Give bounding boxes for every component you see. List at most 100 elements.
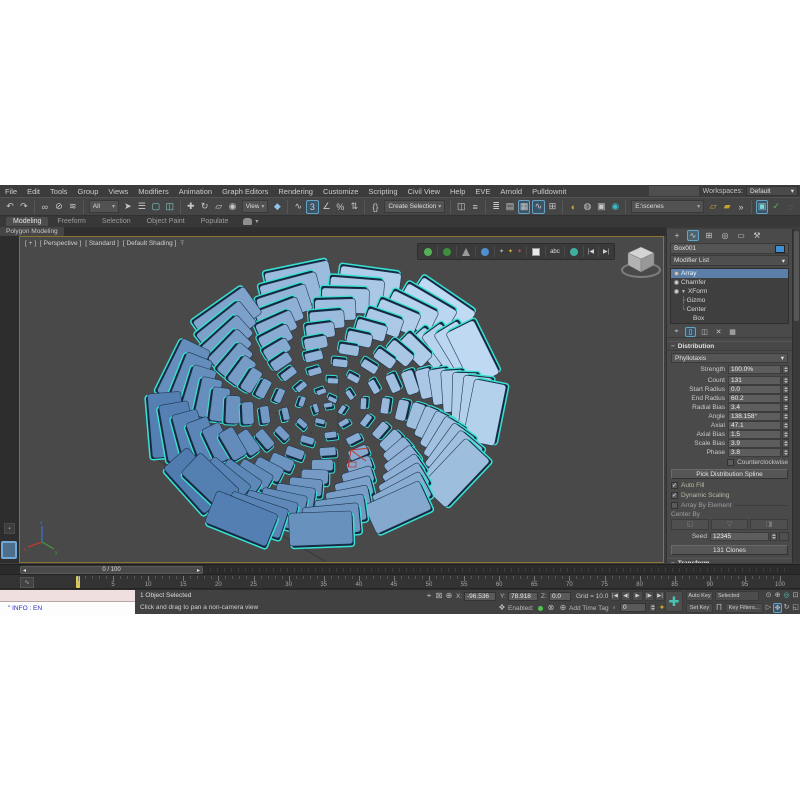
window-crossing-icon[interactable]: ◫: [164, 200, 176, 214]
motion-tab[interactable]: ◎: [719, 230, 731, 241]
zoom-extents-icon[interactable]: ◎: [782, 591, 791, 601]
array-box[interactable]: [270, 386, 286, 405]
vp-blue-sphere-icon[interactable]: [481, 248, 489, 256]
object-color-swatch[interactable]: [775, 245, 785, 253]
param-spinner[interactable]: [782, 448, 789, 457]
align-icon[interactable]: ≡: [469, 200, 481, 214]
absolute-offset-toggle-icon[interactable]: ⊕: [444, 591, 454, 601]
layout-strip-button[interactable]: ▪: [4, 523, 15, 534]
ref-coordinate-dropdown[interactable]: View▾: [242, 200, 269, 213]
disable-icon[interactable]: ⊗: [546, 603, 556, 613]
chevron-down-icon[interactable]: ▾: [255, 218, 258, 225]
array-box[interactable]: [337, 340, 360, 356]
stack-item-array[interactable]: Array: [671, 269, 788, 278]
workspace-dropdown[interactable]: Default ▾: [746, 186, 798, 196]
ribbon-config-teapot-icon[interactable]: [243, 218, 252, 225]
ribbon-tab-object-paint[interactable]: Object Paint: [140, 217, 192, 226]
selection-filter-dropdown[interactable]: All▾: [89, 200, 119, 213]
track-bar[interactable]: ∿ 05101520253035404550556065707580859095…: [0, 574, 800, 589]
ribbon-toggle-icon[interactable]: ▦: [518, 200, 530, 214]
use-pivot-center-icon[interactable]: ◆: [271, 200, 283, 214]
array-box[interactable]: [257, 405, 271, 425]
y-coordinate-field[interactable]: 78.918: [508, 592, 538, 601]
modifier-list-dropdown[interactable]: Modifier List ▾: [670, 255, 789, 266]
utilities-tab[interactable]: ⚒: [751, 230, 763, 241]
param-field[interactable]: 3.8: [728, 448, 781, 457]
time-slider-handle[interactable]: ◂ 0 / 100 ▸: [20, 566, 203, 574]
param-spinner[interactable]: [782, 439, 789, 448]
strength-spinner[interactable]: [782, 365, 789, 374]
array-box[interactable]: [326, 375, 339, 384]
array-box[interactable]: [239, 402, 254, 427]
menu-tools[interactable]: Tools: [45, 187, 73, 196]
auto-fill-checkbox[interactable]: ✓: [671, 482, 678, 489]
array-box[interactable]: [344, 387, 357, 401]
x-coordinate-field[interactable]: -96.536: [464, 592, 496, 601]
create-tab[interactable]: +: [671, 230, 683, 241]
time-slider-track[interactable]: ◂ 0 / 100 ▸: [0, 564, 800, 574]
hierarchy-tab[interactable]: ⊞: [703, 230, 715, 241]
object-name-field[interactable]: Box001: [674, 245, 775, 252]
array-box[interactable]: [359, 412, 375, 429]
param-field[interactable]: 1.5: [728, 430, 781, 439]
go-to-end-button[interactable]: ▶|: [655, 591, 665, 601]
array-box[interactable]: [345, 431, 364, 447]
vp-prev-key-icon[interactable]: |◀: [588, 248, 594, 255]
array-boxes[interactable]: [145, 258, 509, 550]
menu-group[interactable]: Group: [73, 187, 104, 196]
array-box[interactable]: [380, 396, 393, 415]
select-object-icon[interactable]: ➤: [122, 200, 134, 214]
ribbon-tab-freeform[interactable]: Freeform: [50, 217, 92, 226]
zoom-icon[interactable]: ⊙: [764, 591, 773, 601]
slider-right-arrow[interactable]: ▸: [197, 567, 200, 574]
rectangular-selection-icon[interactable]: ▢: [150, 200, 162, 214]
vp-next-key-icon[interactable]: ▶|: [603, 248, 609, 255]
select-move-icon[interactable]: ✚: [185, 200, 197, 214]
field-of-view-icon[interactable]: ▷: [764, 603, 773, 613]
orbit-icon[interactable]: ↻: [782, 603, 791, 613]
vp-green-sphere-icon[interactable]: [424, 248, 432, 256]
menu-rendering[interactable]: Rendering: [273, 187, 318, 196]
select-manipulate-icon[interactable]: ∿: [292, 200, 304, 214]
param-spinner[interactable]: [782, 394, 789, 403]
save-folder-icon[interactable]: ▱: [707, 200, 719, 214]
menu-scripting[interactable]: Scripting: [363, 187, 402, 196]
named-selection-dropdown[interactable]: Create Selection Se▾: [384, 200, 445, 213]
select-by-name-icon[interactable]: ☰: [136, 200, 148, 214]
menu-customize[interactable]: Customize: [318, 187, 363, 196]
ribbon-tab-populate[interactable]: Populate: [194, 217, 236, 226]
maxscript-mini-listener[interactable]: " INFO : EN: [0, 590, 135, 615]
array-box[interactable]: [279, 407, 291, 423]
spinner-snap-icon[interactable]: ⇅: [348, 200, 360, 214]
ribbon-tab-modeling[interactable]: Modeling: [6, 217, 48, 226]
array-box[interactable]: [326, 393, 339, 404]
key-set-dropdown[interactable]: Selected: [715, 591, 759, 601]
go-to-start-button[interactable]: |◀: [610, 591, 620, 601]
param-field[interactable]: 3.9: [728, 439, 781, 448]
viewport-shading-label[interactable]: [ Default Shading ]: [123, 240, 176, 247]
perspective-viewport[interactable]: zxy [ + ] [ Perspective ] [ Standard ] […: [19, 236, 664, 563]
dynamic-scaling-checkbox[interactable]: ✓: [671, 492, 678, 499]
array-box[interactable]: [324, 431, 339, 441]
schematic-view-icon[interactable]: ⊞: [547, 200, 559, 214]
panel-scrollbar[interactable]: [792, 229, 800, 563]
menu-help[interactable]: Help: [445, 187, 470, 196]
array-box[interactable]: [331, 356, 349, 368]
select-and-link-icon[interactable]: ∞: [39, 200, 51, 214]
select-rotate-icon[interactable]: ↻: [199, 200, 211, 214]
pan-icon[interactable]: ✥: [773, 603, 782, 613]
key-filters-icon[interactable]: Π: [715, 603, 723, 613]
seed-extra-button[interactable]: [779, 532, 789, 541]
next-frame-button[interactable]: |▶: [644, 591, 654, 601]
viewport-menu-plus[interactable]: [ + ]: [25, 240, 36, 247]
display-tab[interactable]: ▭: [735, 230, 747, 241]
counterclockwise-checkbox[interactable]: [727, 459, 734, 466]
array-box[interactable]: [314, 385, 327, 396]
transform-rollout-header[interactable]: − Transform: [667, 558, 792, 563]
param-spinner[interactable]: [782, 376, 789, 385]
menu-modifiers[interactable]: Modifiers: [133, 187, 173, 196]
stack-item-gizmo[interactable]: ├Gizmo: [671, 296, 788, 305]
angle-snap-icon[interactable]: ∠: [321, 200, 333, 214]
zoom-region-icon[interactable]: ⊡: [791, 591, 800, 601]
snap-toggle-3d-icon[interactable]: 3: [306, 200, 318, 214]
